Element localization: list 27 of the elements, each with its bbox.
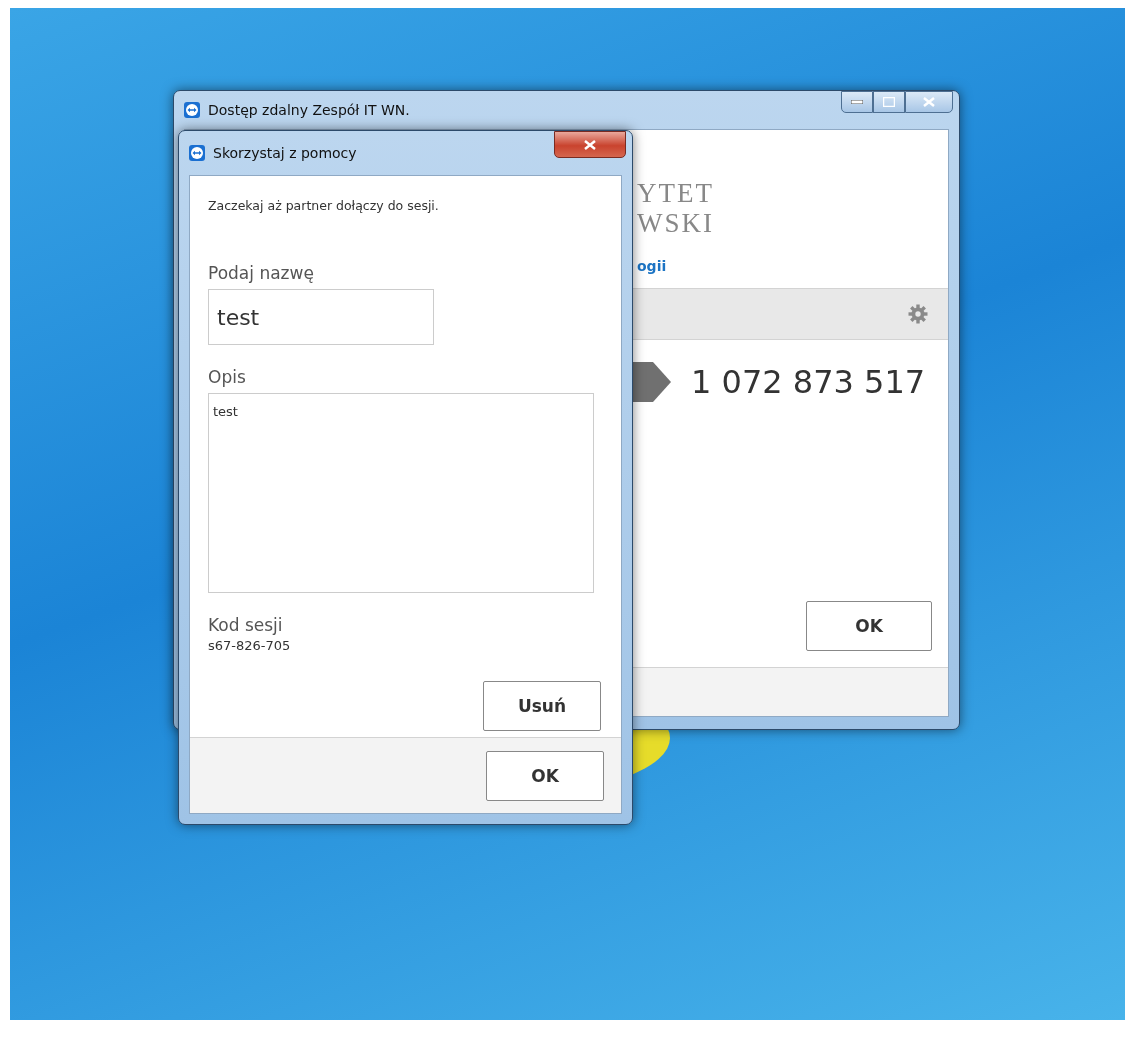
logo-text: WSKI	[637, 208, 715, 238]
dialog-title: Skorzystaj z pomocy	[213, 145, 357, 161]
link[interactable]: ogii	[637, 258, 948, 274]
field-label: Podaj nazwę	[208, 263, 314, 283]
close-icon	[584, 139, 596, 150]
close-button[interactable]	[554, 131, 626, 158]
field-label: Kod sesji	[208, 615, 283, 635]
window-title: Dostęp zdalny Zespół IT WN.	[208, 102, 410, 118]
field-label: Opis	[208, 367, 246, 387]
message-text: Zaczekaj aż partner dołączy do sesji.	[208, 198, 439, 213]
logo-text: YTET	[637, 178, 715, 208]
maximize-button[interactable]	[873, 91, 905, 113]
name-field[interactable]: test	[208, 289, 434, 345]
close-icon	[923, 97, 935, 107]
ok-button[interactable]: OK	[806, 601, 932, 651]
delete-button[interactable]: Usuń	[483, 681, 601, 731]
ok-button[interactable]: OK	[486, 750, 604, 801]
app-logo-icon	[189, 145, 205, 161]
settings-icon[interactable]	[908, 304, 928, 324]
session-code: s67-826-705	[208, 638, 291, 653]
minimize-button[interactable]	[841, 91, 873, 113]
partner-id: 1 072 873 517	[691, 363, 926, 401]
app-logo-icon	[184, 102, 200, 118]
close-button[interactable]	[905, 91, 953, 113]
minimize-icon	[851, 100, 863, 104]
maximize-icon	[883, 97, 895, 107]
description-field[interactable]: test	[208, 393, 594, 593]
